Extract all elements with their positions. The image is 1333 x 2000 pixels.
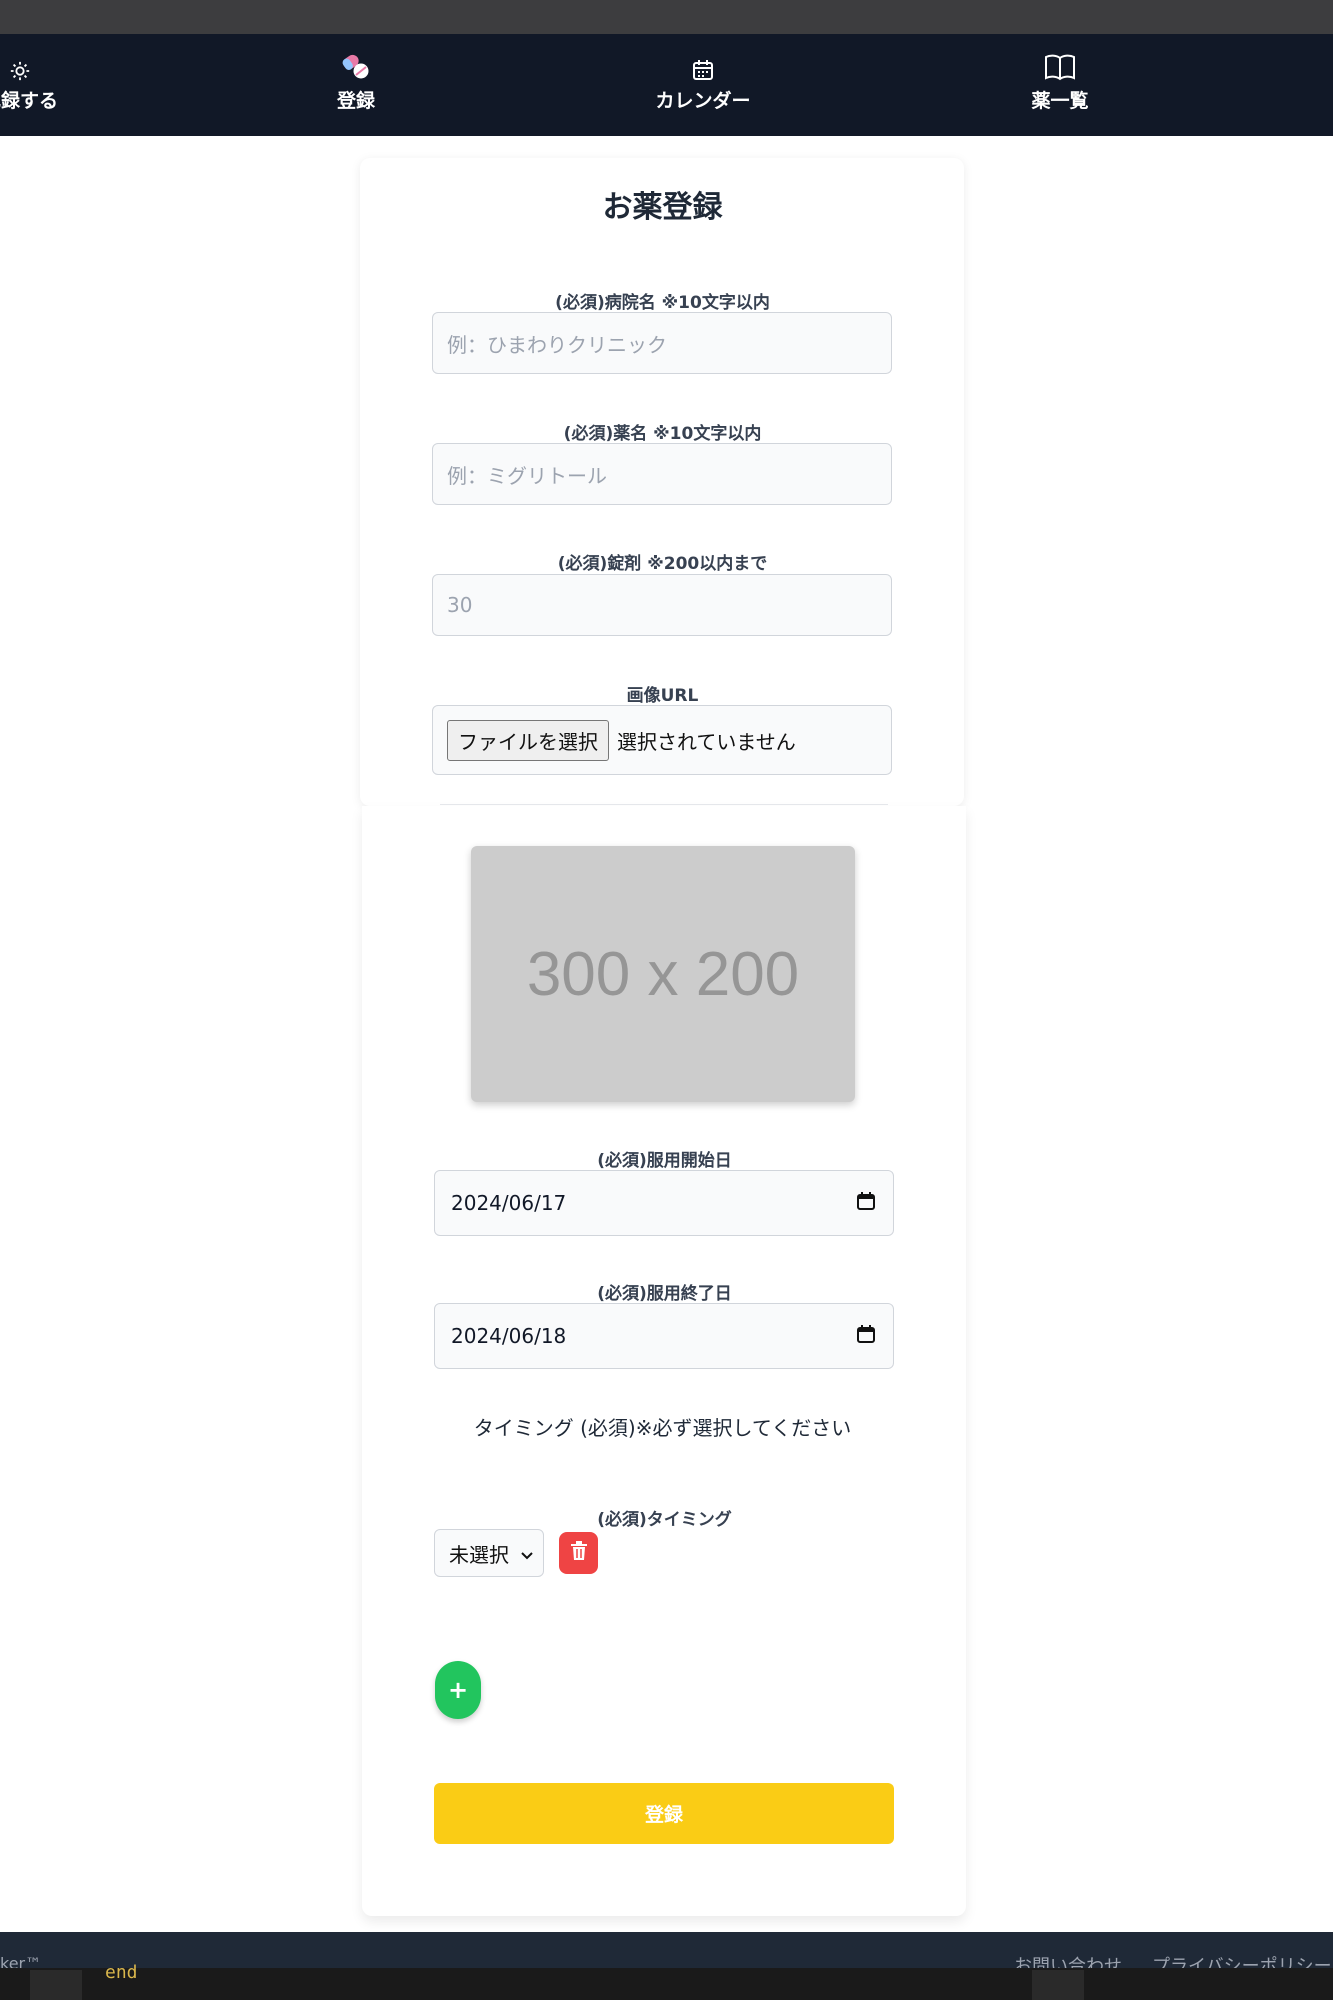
browser-top-strip [0, 0, 1333, 34]
tablets-label: (必須)錠剤 ※200以内まで [557, 554, 768, 574]
start-date-value: 2024/06/17 [451, 1191, 567, 1215]
image-file-input[interactable]: ファイルを選択 選択されていません [432, 705, 892, 775]
start-date-input[interactable]: 2024/06/17 [434, 1170, 894, 1236]
page-title: お薬登録 [602, 190, 723, 225]
start-date-label: (必須)服用開始日 [597, 1151, 732, 1171]
nav-item-label: 記録する [0, 90, 58, 112]
tablets-input[interactable]: 30 [432, 574, 892, 636]
timing-note: タイミング (必須)※必ず選択してください [473, 1416, 852, 1440]
editor-gutter [30, 1970, 82, 2000]
pills-icon [276, 52, 436, 82]
hospital-label: (必須)病院名 ※10文字以内 [555, 293, 770, 313]
nav-item-calendar[interactable]: カレンダー [623, 52, 783, 113]
nav-item-label: カレンダー [655, 90, 751, 112]
book-icon [980, 52, 1140, 82]
hospital-input[interactable]: 例：ひまわりクリニック [432, 312, 892, 374]
medicine-name-label: (必須)薬名 ※10文字以内 [563, 424, 762, 444]
nav-item-record[interactable]: 記録する [0, 52, 100, 113]
delete-timing-button[interactable] [559, 1532, 598, 1574]
nav-item-medicine-list[interactable]: 薬一覧 [980, 52, 1140, 113]
editor-code-text: end [105, 1962, 138, 1983]
nav-item-label: 登録 [336, 90, 375, 112]
end-date-value: 2024/06/18 [451, 1324, 567, 1348]
gear-icon [0, 52, 100, 82]
nav-item-register[interactable]: 登録 [276, 52, 436, 113]
top-navbar: 記録する 登録 カレンダー 薬一覧 [0, 34, 1333, 136]
calendar-picker-icon[interactable] [857, 1324, 875, 1348]
trash-icon [570, 1541, 588, 1565]
choose-file-button[interactable]: ファイルを選択 [447, 719, 609, 761]
medicine-name-input[interactable]: 例：ミグリトール [432, 443, 892, 505]
timing-select[interactable]: 未選択 [434, 1529, 544, 1577]
nav-item-label: 薬一覧 [1031, 90, 1089, 112]
timing-label: (必須)タイミング [597, 1510, 732, 1530]
editor-block [1032, 1970, 1084, 2000]
register-button[interactable]: 登録 [434, 1783, 894, 1844]
editor-strip [0, 1968, 1333, 2000]
divider [440, 804, 888, 805]
timing-selected-value: 未選択 [449, 1542, 509, 1567]
end-date-input[interactable]: 2024/06/18 [434, 1303, 894, 1369]
file-status: 選択されていません [617, 729, 796, 754]
end-date-label: (必須)服用終了日 [597, 1284, 732, 1304]
calendar-picker-icon[interactable] [857, 1191, 875, 1215]
image-preview: 300 x 200 [471, 846, 855, 1102]
image-url-label: 画像URL [626, 686, 699, 706]
chevron-down-icon [521, 1541, 533, 1565]
calendar-icon [623, 52, 783, 82]
add-timing-button[interactable]: + [435, 1661, 481, 1719]
